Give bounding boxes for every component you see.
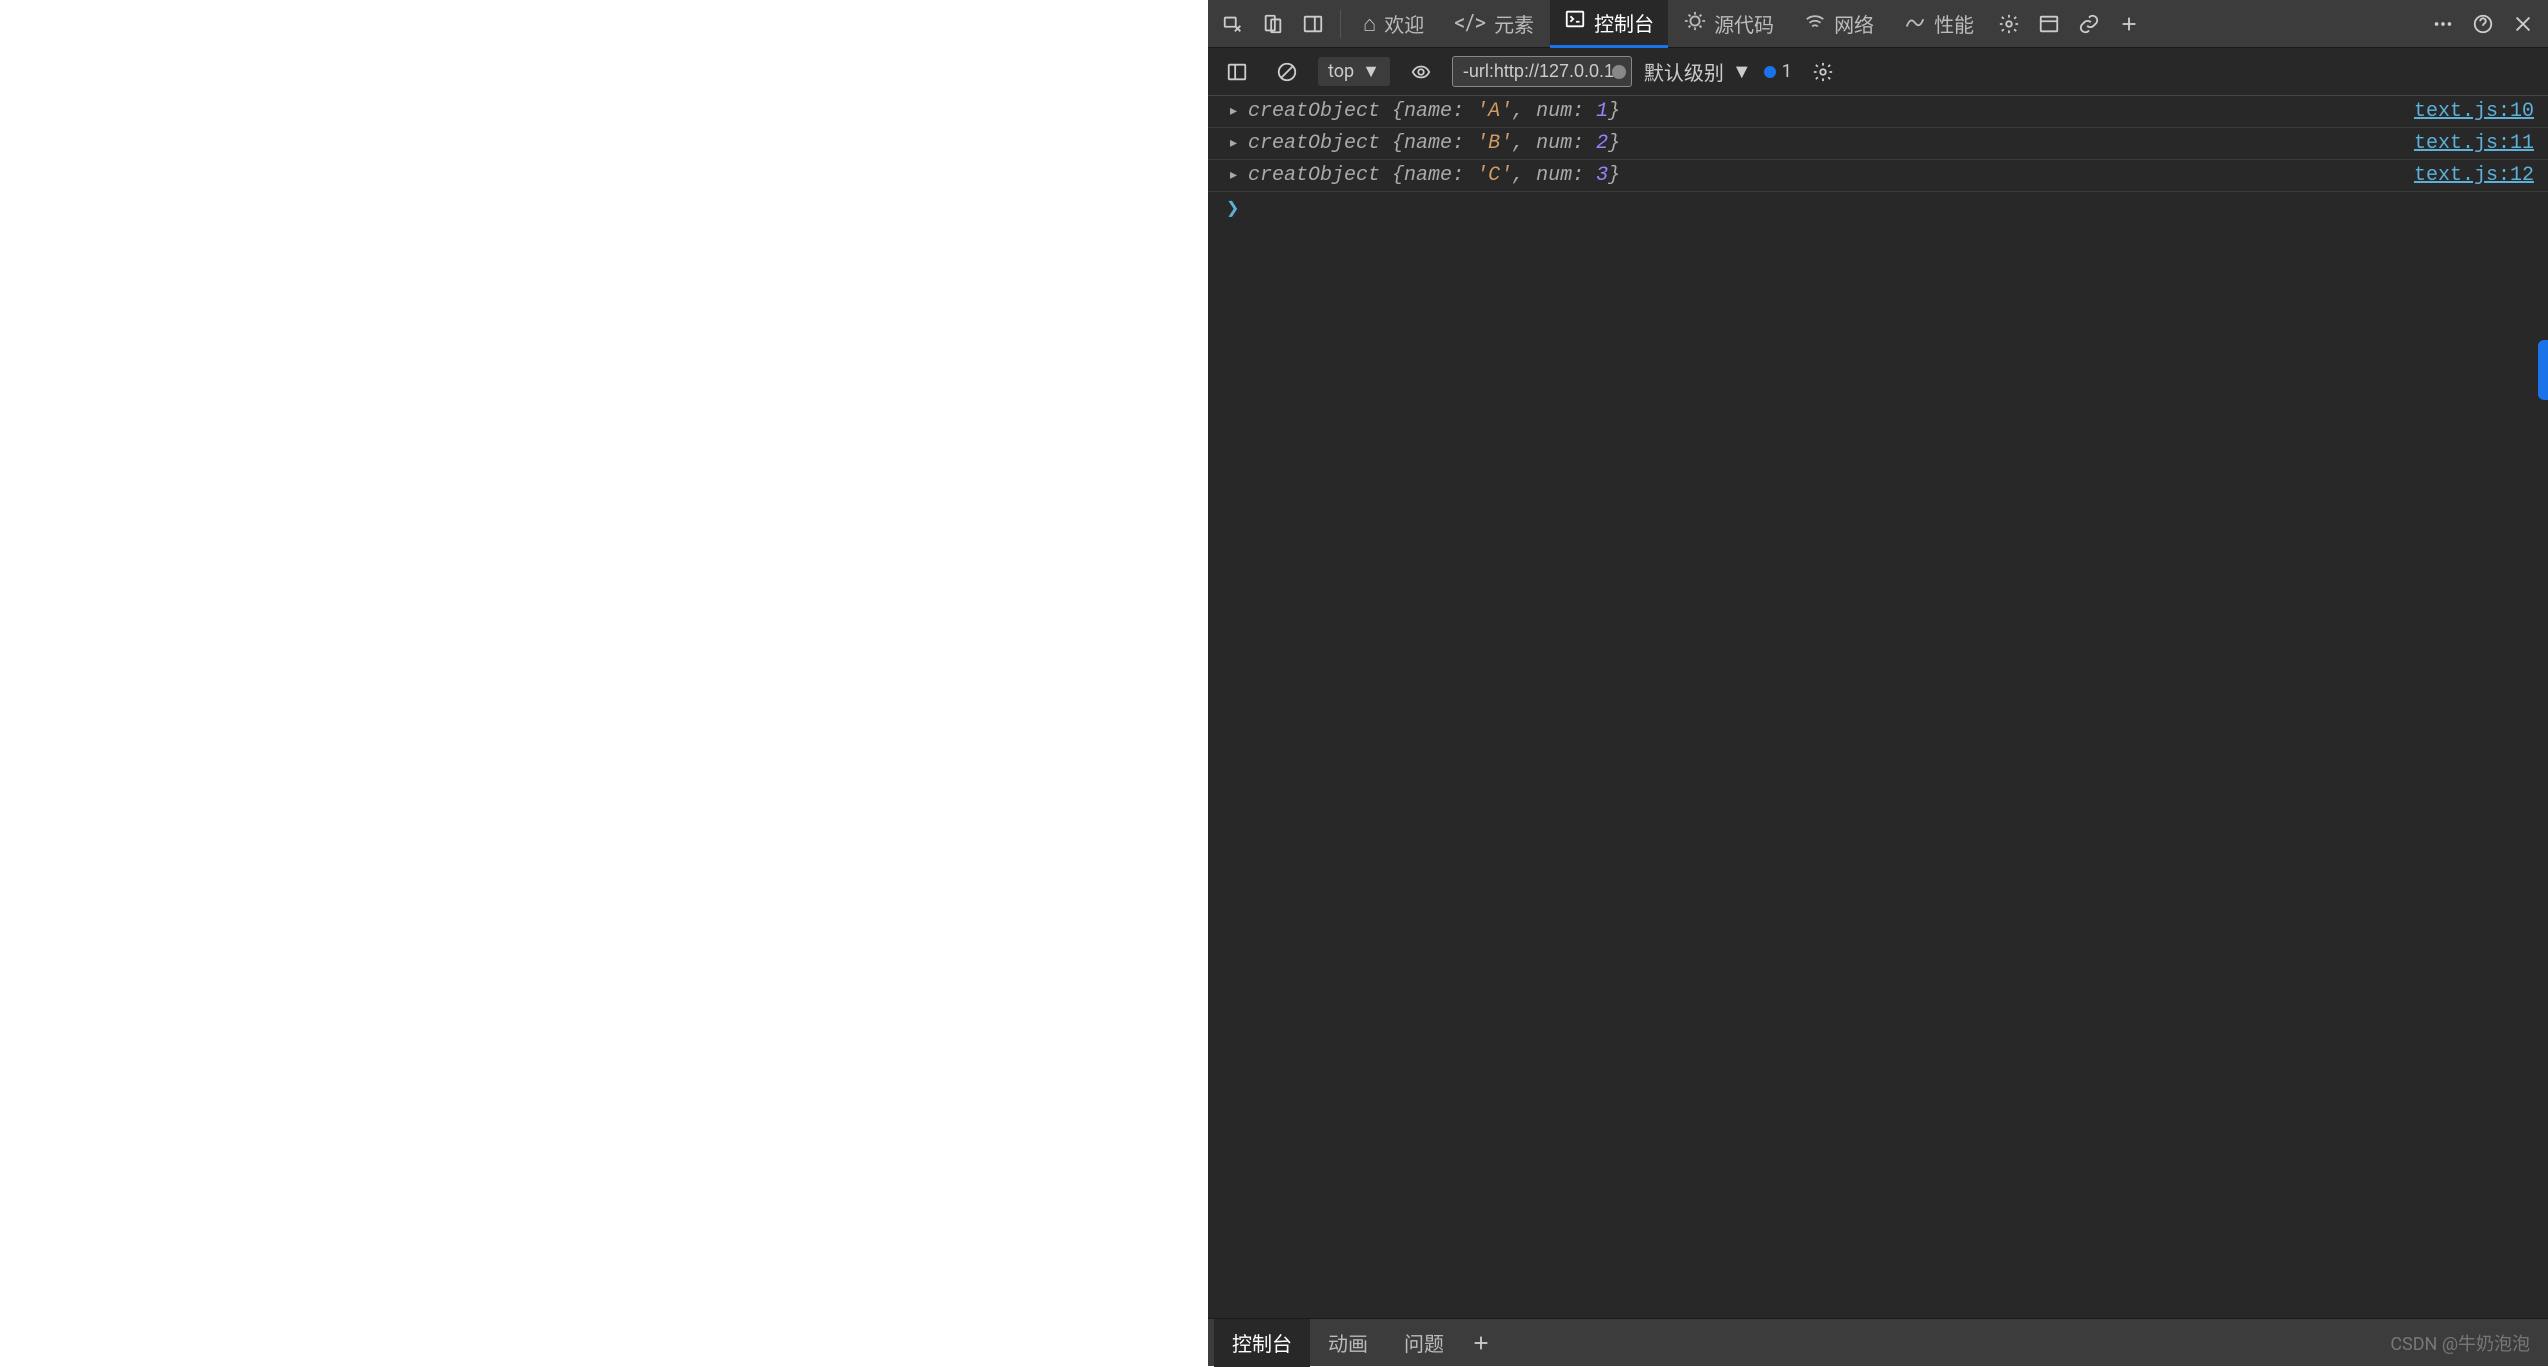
wifi-icon bbox=[1804, 10, 1826, 38]
add-tab-icon[interactable] bbox=[2110, 5, 2148, 43]
more-icon[interactable] bbox=[2424, 5, 2462, 43]
dock-side-icon[interactable] bbox=[1294, 5, 1332, 43]
inspect-icon[interactable] bbox=[1214, 5, 1252, 43]
tab-label: 欢迎 bbox=[1384, 9, 1424, 38]
filter-input[interactable] bbox=[1452, 56, 1632, 87]
tab-label: 动画 bbox=[1328, 1328, 1368, 1357]
expand-arrow-icon[interactable]: ▸ bbox=[1230, 135, 1237, 152]
page-viewport bbox=[0, 0, 1208, 1366]
prompt-caret-icon: ❯ bbox=[1226, 198, 1239, 218]
performance-icon bbox=[1904, 10, 1926, 38]
issues-indicator[interactable]: 1 bbox=[1764, 61, 1792, 82]
issues-count: 1 bbox=[1782, 61, 1792, 82]
devtools-main-toolbar: ⌂ 欢迎 </> 元素 控制台 源代码 网络 bbox=[1208, 0, 2548, 48]
console-log-row[interactable]: ▸ creatObject {name: 'C', num: 3} text.js:… bbox=[1208, 160, 2548, 192]
expand-arrow-icon[interactable]: ▸ bbox=[1230, 167, 1237, 184]
bug-icon bbox=[1684, 10, 1706, 38]
live-expression-icon[interactable] bbox=[1402, 53, 1440, 91]
tab-label: 问题 bbox=[1404, 1328, 1444, 1357]
context-label: top bbox=[1328, 61, 1354, 82]
device-toggle-icon[interactable] bbox=[1254, 5, 1292, 43]
tab-network[interactable]: 网络 bbox=[1790, 0, 1888, 48]
execution-context-select[interactable]: top ▼ bbox=[1318, 57, 1390, 86]
console-toolbar: top ▼ 默认级别 ▼ 1 bbox=[1208, 48, 2548, 96]
home-icon: ⌂ bbox=[1363, 11, 1376, 37]
console-settings-icon[interactable] bbox=[1804, 53, 1842, 91]
tab-label: 元素 bbox=[1494, 9, 1534, 38]
drawer-tab-console[interactable]: 控制台 bbox=[1214, 1319, 1310, 1367]
levels-label: 默认级别 bbox=[1644, 57, 1724, 86]
log-levels-select[interactable]: 默认级别 ▼ bbox=[1644, 57, 1752, 86]
log-message: creatObject {name: 'C', num: 3} bbox=[1248, 164, 1620, 187]
devtools-drawer: 控制台 动画 问题 CSDN @牛奶泡泡 bbox=[1208, 1318, 2548, 1366]
log-source-link[interactable]: text.js:11 bbox=[2414, 132, 2534, 155]
devtools-panel: ⌂ 欢迎 </> 元素 控制台 源代码 网络 bbox=[1208, 0, 2548, 1366]
tab-label: 控制台 bbox=[1594, 8, 1654, 37]
log-source-link[interactable]: text.js:12 bbox=[2414, 164, 2534, 187]
drawer-tab-issues[interactable]: 问题 bbox=[1386, 1319, 1462, 1367]
tab-performance[interactable]: 性能 bbox=[1890, 0, 1988, 48]
tab-label: 控制台 bbox=[1232, 1328, 1292, 1357]
console-output: ▸ creatObject {name: 'A', num: 1} text.js:… bbox=[1208, 96, 2548, 1318]
sidebar-toggle-icon[interactable] bbox=[1218, 53, 1256, 91]
settings-gear-icon[interactable] bbox=[1990, 5, 2028, 43]
help-icon[interactable] bbox=[2464, 5, 2502, 43]
code-icon: </> bbox=[1454, 11, 1486, 36]
expand-arrow-icon[interactable]: ▸ bbox=[1230, 103, 1237, 120]
watermark: CSDN @牛奶泡泡 bbox=[2390, 1330, 2530, 1356]
console-log-row[interactable]: ▸ creatObject {name: 'B', num: 2} text.js:… bbox=[1208, 128, 2548, 160]
chevron-down-icon: ▼ bbox=[1732, 59, 1752, 84]
drawer-tab-animations[interactable]: 动画 bbox=[1310, 1319, 1386, 1367]
console-prompt[interactable]: ❯ bbox=[1208, 192, 2548, 224]
tab-elements[interactable]: </> 元素 bbox=[1440, 0, 1548, 48]
tab-label: 性能 bbox=[1934, 9, 1974, 38]
link-icon[interactable] bbox=[2070, 5, 2108, 43]
tab-console[interactable]: 控制台 bbox=[1550, 0, 1668, 48]
dock-icon[interactable] bbox=[2030, 5, 2068, 43]
clear-console-icon[interactable] bbox=[1268, 53, 1306, 91]
console-icon bbox=[1564, 8, 1586, 36]
log-source-link[interactable]: text.js:10 bbox=[2414, 100, 2534, 123]
tab-sources[interactable]: 源代码 bbox=[1670, 0, 1788, 48]
filter-active-badge bbox=[1612, 65, 1626, 79]
drawer-add-icon[interactable] bbox=[1462, 1324, 1500, 1362]
log-message: creatObject {name: 'B', num: 2} bbox=[1248, 132, 1620, 155]
chevron-down-icon: ▼ bbox=[1362, 61, 1380, 82]
log-message: creatObject {name: 'A', num: 1} bbox=[1248, 100, 1620, 123]
tab-label: 源代码 bbox=[1714, 9, 1774, 38]
issue-dot-icon bbox=[1764, 66, 1776, 78]
tab-welcome[interactable]: ⌂ 欢迎 bbox=[1349, 0, 1438, 48]
tab-label: 网络 bbox=[1834, 9, 1874, 38]
console-log-row[interactable]: ▸ creatObject {name: 'A', num: 1} text.js:… bbox=[1208, 96, 2548, 128]
close-icon[interactable] bbox=[2504, 5, 2542, 43]
